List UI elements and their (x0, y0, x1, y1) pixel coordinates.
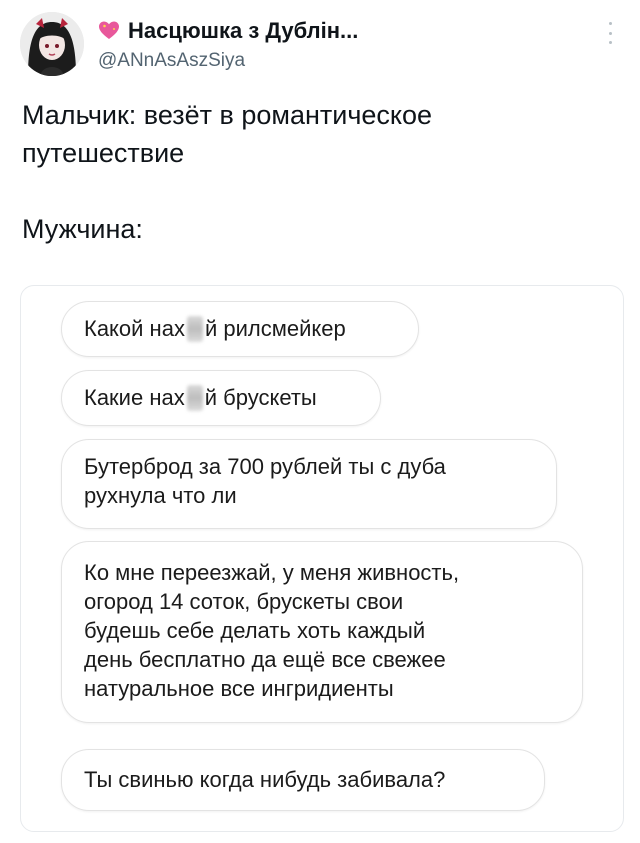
message-text-part: Какой нах (84, 316, 185, 341)
username-handle[interactable]: @ANnAsAszSiya (98, 50, 245, 72)
message-line: натуральное все ингридиенты (84, 676, 394, 701)
chat-message-bubble: Какие нах й брускеты (61, 370, 381, 426)
chat-message-bubble: Бутерброд за 700 рублей ты с дуба рухнул… (61, 439, 557, 529)
tweet-line: Мужчина: (22, 214, 143, 244)
more-vertical-icon[interactable] (606, 22, 614, 44)
message-text-part: й брускеты (204, 385, 317, 410)
chat-message-bubble: Ты свинью когда нибудь забивала? (61, 749, 545, 811)
chat-message-bubble: Ко мне переезжай, у меня живность, огоро… (61, 541, 583, 723)
message-line: Ты свинью когда нибудь забивала? (84, 767, 446, 792)
message-line: рухнула что ли (84, 483, 237, 508)
censor-blur (186, 316, 203, 342)
tweet-line: Мальчик: везёт в романтическое (22, 100, 433, 130)
attached-screenshot[interactable]: Какой нах й рилсмейкер Какие нах й брускет… (20, 285, 624, 832)
avatar-illustration (20, 12, 84, 76)
display-name: Насцюшка з Дублін... (128, 18, 359, 43)
tweet-header: Насцюшка з Дублін... @ANnAsAszSiya (20, 10, 620, 80)
message-text-part: й рилсмейкер (204, 316, 346, 341)
tweet-line: путешествие (22, 138, 185, 168)
chat-message-bubble: Какой нах й рилсмейкер (61, 301, 419, 357)
avatar[interactable] (20, 12, 84, 76)
message-line: будешь себе делать хоть каждый (84, 618, 426, 643)
message-line: день бесплатно да ещё все свежее (84, 647, 446, 672)
message-line: огород 14 соток, брускеты свои (84, 589, 404, 614)
message-text: Какой нах й рилсмейкер (84, 314, 396, 343)
message-text-part: Какие нах (84, 385, 185, 410)
message-line: Бутерброд за 700 рублей ты с дуба (84, 454, 446, 479)
sparkling-heart-icon (98, 20, 120, 42)
message-text: Какие нах й брускеты (84, 383, 358, 412)
message-line: Ко мне переезжай, у меня живность, (84, 560, 460, 585)
tweet-text: Мальчик: везёт в романтическое путешеств… (22, 96, 622, 248)
author-name-row[interactable]: Насцюшка з Дублін... (98, 18, 358, 44)
censor-blur (186, 385, 203, 411)
